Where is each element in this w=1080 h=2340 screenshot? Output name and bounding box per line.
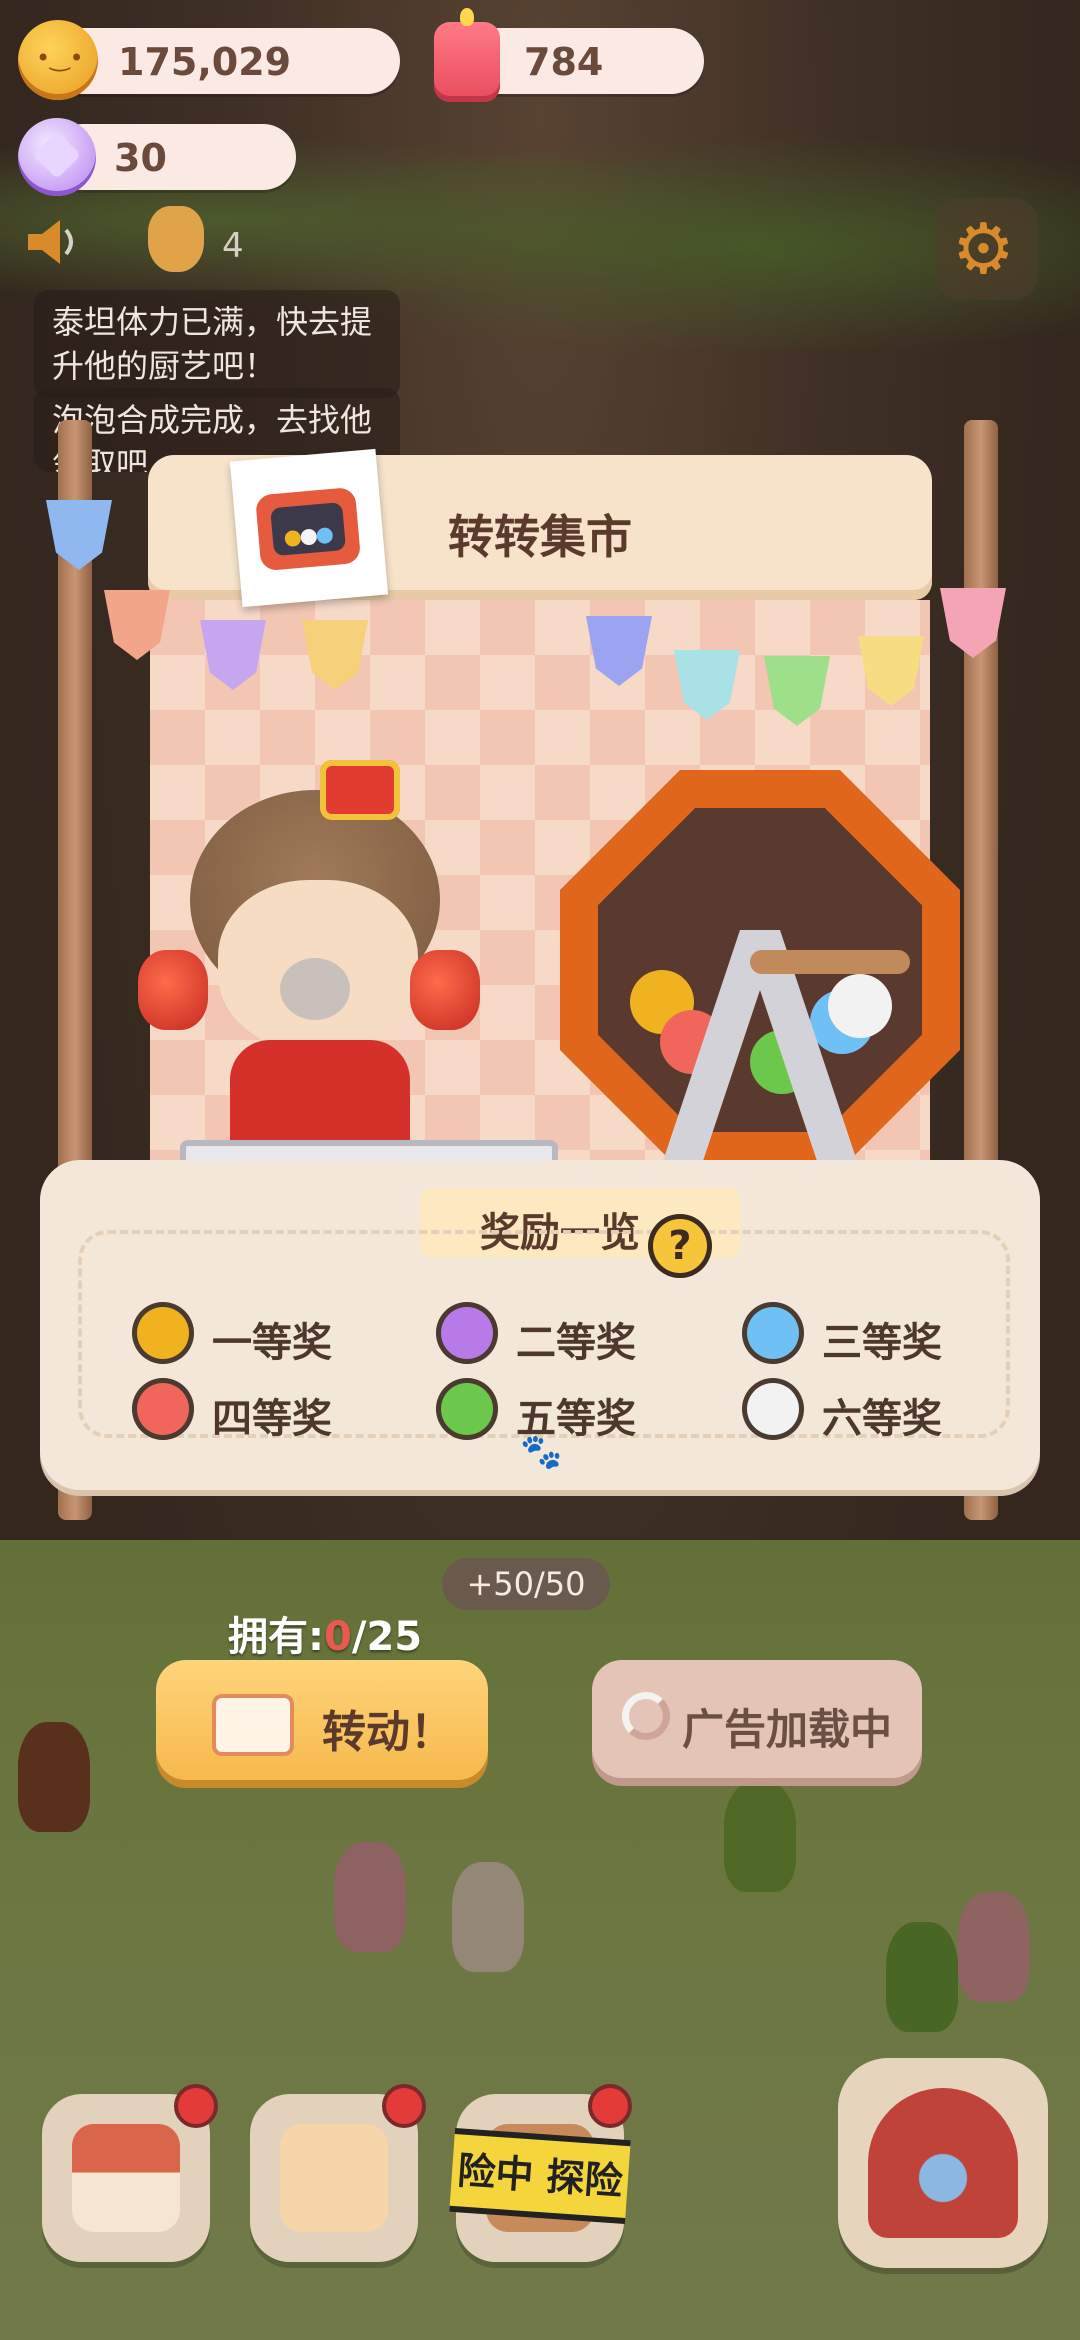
notice-count: 4 bbox=[222, 226, 244, 266]
seller-beak bbox=[280, 958, 350, 1020]
loading-spinner-icon bbox=[622, 1692, 670, 1740]
ball-white bbox=[828, 974, 892, 1038]
notebook-heart-icon bbox=[280, 2124, 388, 2232]
help-question-icon[interactable]: ? bbox=[648, 1214, 712, 1278]
spin-label: 转动！ bbox=[322, 1708, 454, 1757]
notification-badge bbox=[588, 2084, 632, 2128]
owned-prefix: 拥有: bbox=[228, 1614, 324, 1660]
candle-icon bbox=[434, 8, 500, 102]
prize-ball-green bbox=[436, 1378, 498, 1440]
notification-badge bbox=[382, 2084, 426, 2128]
speaker-icon[interactable] bbox=[22, 212, 82, 272]
lottery-machine[interactable] bbox=[560, 770, 960, 1190]
prize-label: 四等奖 bbox=[212, 1396, 332, 1442]
candle-value: 784 bbox=[524, 40, 604, 84]
lantern-icon bbox=[410, 950, 480, 1030]
crystal-gem-icon bbox=[18, 118, 96, 196]
ticket-icon bbox=[212, 1694, 294, 1756]
owned-total: /25 bbox=[351, 1614, 423, 1660]
tv-icon bbox=[254, 486, 362, 572]
spin-button[interactable]: 转动！ bbox=[156, 1660, 488, 1780]
cookie-face-icon bbox=[148, 206, 204, 272]
gem-value: 30 bbox=[114, 136, 167, 180]
prize-ball-red bbox=[132, 1378, 194, 1440]
prize-label: 三等奖 bbox=[822, 1320, 942, 1366]
tv-sticker bbox=[229, 448, 389, 608]
prize-label: 六等奖 bbox=[822, 1396, 942, 1442]
ad-loading-label: 广告加载中 bbox=[682, 1705, 893, 1754]
coin-counter: 175,029 bbox=[50, 28, 400, 94]
shop-keeper bbox=[138, 760, 480, 1160]
coin-value: 175,029 bbox=[118, 40, 292, 84]
adventure-tape: 险中 探险 bbox=[449, 2127, 631, 2225]
paw-icon: 🐾 bbox=[520, 1432, 563, 1472]
owned-count: 拥有:0/25 bbox=[228, 1604, 422, 1662]
carnival-icon bbox=[868, 2088, 1018, 2238]
prize-ball-yellow bbox=[132, 1302, 194, 1364]
seller-hat bbox=[320, 760, 400, 820]
machine-crank bbox=[750, 950, 910, 974]
hotel-icon bbox=[72, 2124, 180, 2232]
lantern-icon bbox=[138, 950, 208, 1030]
prize-label: 一等奖 bbox=[212, 1320, 332, 1366]
notification-badge bbox=[174, 2084, 218, 2128]
prize-ball-purple bbox=[436, 1302, 498, 1364]
settings-gear-icon[interactable]: ⚙ bbox=[936, 198, 1038, 300]
owned-current: 0 bbox=[324, 1614, 352, 1660]
ad-loading-button[interactable]: 广告加载中 bbox=[592, 1660, 922, 1778]
fair-button[interactable] bbox=[838, 2058, 1048, 2268]
cookie-coin-icon bbox=[18, 20, 98, 100]
notice-message[interactable]: 泰坦体力已满，快去提升他的厨艺吧！ bbox=[34, 290, 400, 398]
stamina-counter: +50/50 bbox=[442, 1558, 610, 1610]
prize-ball-white bbox=[742, 1378, 804, 1440]
prize-label: 二等奖 bbox=[516, 1320, 636, 1366]
prize-ball-blue bbox=[742, 1302, 804, 1364]
